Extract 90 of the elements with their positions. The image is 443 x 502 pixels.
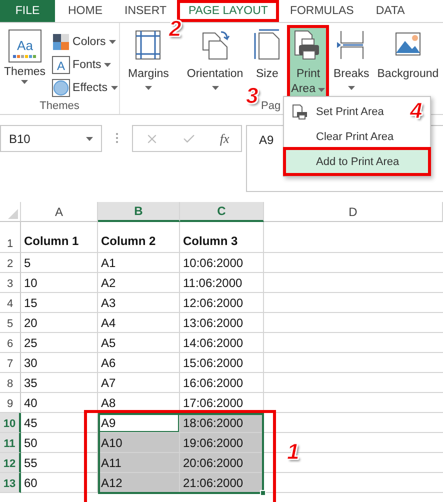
row-header[interactable]: 13 (0, 473, 21, 493)
table-cell: A6 (98, 353, 180, 373)
menu-item[interactable]: Clear Print Area (286, 125, 400, 148)
table-cell: 14:06:2000 (180, 333, 264, 353)
table-cell: Column 1 (21, 222, 98, 253)
table-cell: 11:06:2000 (180, 273, 264, 293)
caret-icon (104, 63, 112, 67)
row-header[interactable]: 11 (0, 433, 21, 453)
column-header[interactable]: B (98, 202, 180, 222)
fonts-button[interactable]: A Fonts (52, 54, 118, 76)
menu-item[interactable]: Add to Print Area (286, 150, 428, 173)
row-header[interactable]: 2 (0, 253, 21, 273)
step-number: 1 (287, 441, 300, 463)
table-cell: 15:06:2000 (180, 353, 264, 373)
themes-icon: Aa (8, 29, 42, 63)
ribbon-tab[interactable]: FORMULAS (278, 0, 365, 22)
orientation-button[interactable]: Orientation (184, 27, 246, 92)
ribbon-tab[interactable]: HOME (57, 0, 114, 22)
table-cell: 50 (21, 433, 98, 453)
table-cell: 40 (21, 393, 98, 413)
table-cell: 45 (21, 413, 98, 433)
table-cell: 13:06:2000 (180, 313, 264, 333)
table-cell: 21:06:2000 (180, 473, 264, 493)
ribbon-tab[interactable]: DATA (364, 0, 416, 22)
group-label: Themes (40, 100, 80, 114)
row-header[interactable]: 12 (0, 453, 21, 473)
name-box[interactable]: B10 (0, 125, 102, 152)
menu-item[interactable]: Set Print Area (286, 100, 390, 123)
effects-circle-icon (52, 79, 70, 97)
row-header[interactable]: 7 (0, 353, 21, 373)
column-header[interactable]: A (21, 202, 98, 222)
table-cell: 60 (21, 473, 98, 493)
table-cell: 10:06:2000 (180, 253, 264, 273)
row-header[interactable]: 6 (0, 333, 21, 353)
table-cell: Column 3 (180, 222, 264, 253)
column-header[interactable]: D (264, 202, 443, 222)
ribbon-tab[interactable]: PAGE LAYOUT (177, 0, 279, 22)
table-cell: 35 (21, 373, 98, 393)
table-cell: A12 (98, 473, 180, 493)
table-cell: A8 (98, 393, 180, 413)
drag-handle-icon (115, 132, 119, 144)
table-cell: 10 (21, 273, 98, 293)
table-cell: 25 (21, 333, 98, 353)
fill-handle[interactable] (260, 490, 266, 496)
table-cell: A10 (98, 433, 180, 453)
table-cell: A9 (98, 413, 180, 433)
select-all-icon[interactable] (8, 209, 18, 219)
font-icon: A (52, 56, 70, 74)
table-cell: 5 (21, 253, 98, 273)
table-cell: A7 (98, 373, 180, 393)
group-label: Pag (261, 100, 281, 114)
size-button[interactable]: Size (249, 27, 286, 84)
caret-icon (86, 136, 93, 140)
table-cell: 20:06:2000 (180, 453, 264, 473)
effects-button[interactable]: Effects (52, 77, 118, 99)
row-header[interactable]: 3 (0, 273, 21, 293)
table-cell: A11 (98, 453, 180, 473)
table-cell: 12:06:2000 (180, 293, 264, 313)
colors-button[interactable]: Colors (52, 31, 118, 53)
table-cell: A2 (98, 273, 180, 293)
caret-icon (110, 86, 118, 90)
step-number: 4 (410, 100, 422, 122)
table-cell: 30 (21, 353, 98, 373)
table-cell: 17:06:2000 (180, 393, 264, 413)
caret-icon (21, 80, 28, 84)
row-header[interactable]: 4 (0, 293, 21, 313)
color-swatch-icon (52, 33, 70, 51)
table-cell: A3 (98, 293, 180, 313)
table-cell: A4 (98, 313, 180, 333)
table-cell: 20 (21, 313, 98, 333)
table-cell: Column 2 (98, 222, 180, 253)
row-header[interactable]: 5 (0, 313, 21, 333)
table-cell: 55 (21, 453, 98, 473)
table-cell: A1 (98, 253, 180, 273)
step-number: 3 (246, 85, 258, 107)
table-cell: A5 (98, 333, 180, 353)
themes-button[interactable]: Aa Themes (2, 27, 48, 86)
table-cell: 16:06:2000 (180, 373, 264, 393)
breaks-button[interactable]: Breaks (331, 27, 372, 92)
file-tab[interactable]: FILE (0, 0, 55, 22)
background-button[interactable]: Background (375, 27, 441, 84)
print-button[interactable]: Print Area (289, 27, 328, 99)
row-header[interactable]: 8 (0, 373, 21, 393)
table-cell: 15 (21, 293, 98, 313)
insert-function-button[interactable]: fx (220, 130, 230, 146)
row-header[interactable]: 1 (0, 222, 21, 253)
row-header[interactable]: 10 (0, 413, 21, 433)
column-header[interactable]: C (180, 202, 264, 222)
caret-icon (108, 40, 116, 44)
table-cell: 19:06:2000 (180, 433, 264, 453)
